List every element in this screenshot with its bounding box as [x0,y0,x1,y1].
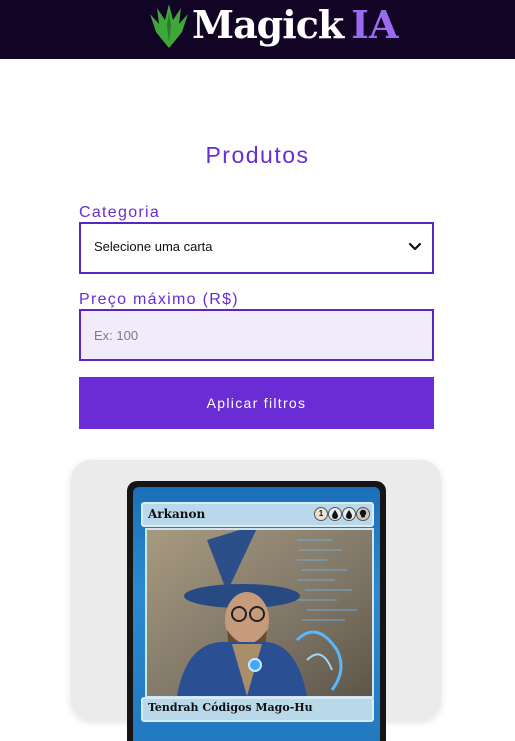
card-name-bar: Arkanon 1 [141,502,374,527]
top-header: Magick IA [0,0,515,59]
mana-skull-icon [356,507,370,521]
wizard-art-icon [147,530,372,696]
mana-generic-icon: 1 [314,507,328,521]
price-label: Preço máximo (R$) [79,291,239,308]
brand-suffix: IA [351,2,399,47]
planeswalker-leaf-icon [150,4,188,48]
card-name: Arkanon [148,507,206,521]
category-label: Categoria [79,204,161,221]
apply-filters-button[interactable]: Aplicar filtros [79,377,434,429]
page-title: Produtos [205,142,310,168]
brand-logo[interactable]: Magick IA [148,0,398,50]
product-card[interactable]: Arkanon 1 Tendrah Códigos Mago-Hu [71,460,441,741]
max-price-input[interactable] [79,309,434,361]
mana-water-icon [328,507,342,521]
card-type-bar: Tendrah Códigos Mago-Hu [141,697,374,722]
card-type-line: Tendrah Códigos Mago-Hu [148,701,313,714]
category-select-value: Selecione uma carta [94,239,213,254]
mana-water-icon [342,507,356,521]
card-image: Arkanon 1 Tendrah Códigos Mago-Hu [127,481,386,741]
category-select[interactable]: Selecione uma carta [79,222,434,274]
brand-word: Magick [192,2,344,47]
card-artwork [145,528,374,698]
card-frame: Arkanon 1 Tendrah Códigos Mago-Hu [133,487,380,741]
chevron-down-icon [408,242,422,251]
